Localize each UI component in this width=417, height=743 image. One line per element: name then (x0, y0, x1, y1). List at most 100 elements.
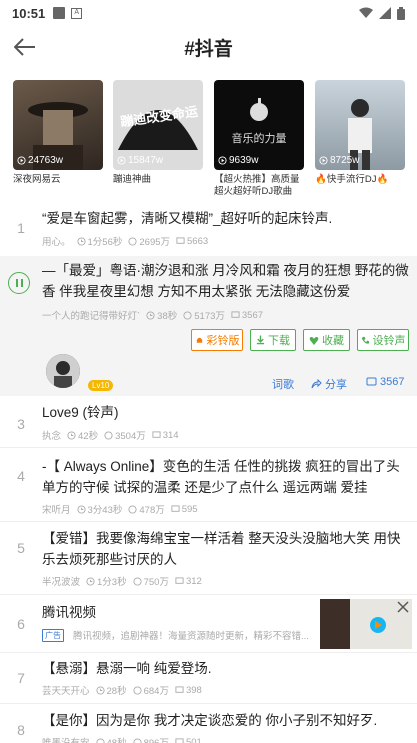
playlist-name: 🔥快手流行DJ🔥 (315, 174, 389, 185)
headphones-icon (133, 576, 142, 586)
playlist-card[interactable]: 24763w 深夜网易云 (13, 80, 103, 186)
song-plays: 750万 (143, 577, 169, 588)
ad-description: 腾讯视频，追剧神器！海量资源随时更新，精彩不容错... (73, 631, 309, 642)
download-icon (256, 335, 265, 345)
song-index: 1 (17, 220, 25, 236)
lyrics-button[interactable]: 词歌 (272, 376, 294, 392)
headphones-icon (183, 310, 192, 320)
playlist-card[interactable]: 音乐的力量 9639w 【超火热推】高质量超火超好听DJ歌曲 (214, 80, 304, 198)
song-row[interactable]: 5 【爱错】我要像海绵宝宝一样活着 整天没头没脑地大笑 用快乐去烦死那些讨厌的人… (0, 526, 417, 592)
heart-icon (309, 336, 319, 345)
headphones-icon (133, 685, 142, 695)
song-meta: 宋听月 3分43秒 478万 595 (42, 502, 198, 517)
comment-icon (231, 310, 240, 318)
playlist-name: 深夜网易云 (13, 174, 61, 185)
clock-icon (95, 737, 105, 743)
divider (0, 652, 417, 653)
song-duration: 38秒 (157, 311, 178, 322)
clock-icon (146, 310, 155, 320)
app-notification-icon: A (71, 7, 83, 19)
play-count-icon (218, 156, 227, 165)
share-icon (311, 379, 322, 389)
comment-icon (175, 576, 184, 584)
song-comments: 595 (181, 503, 198, 515)
set-ringtone-button[interactable]: 设铃声 (357, 329, 409, 351)
play-count-icon (117, 156, 126, 165)
song-duration: 48秒 (107, 735, 127, 743)
song-row[interactable]: 1 “爱是车窗起雾，清晰又模糊”_超好听的起床铃声. 用心。 1分56秒 269… (0, 206, 417, 256)
comments-button[interactable]: 3567 (366, 376, 404, 388)
playlist-cover: 蹦迪改变命运 15847w (113, 80, 203, 170)
song-row[interactable]: 8 【是你】因为是你 我才决定谈恋爱的 你小子别不知好歹. 唯墨没有安 48秒 … (0, 708, 417, 743)
song-index: 4 (17, 468, 25, 484)
song-row[interactable]: 3 Love9 (铃声) 执念 42秒 3504万 314 (0, 400, 417, 446)
song-comments: 398 (185, 684, 202, 696)
song-title: 【悬溺】悬溺一响 纯爱登场. (42, 661, 212, 676)
song-artist: 半况波波 (42, 577, 81, 588)
comment-icon (176, 236, 185, 244)
headphones-icon (133, 737, 142, 743)
song-plays: 2695万 (139, 237, 171, 248)
playlist-cover: 8725w (315, 80, 405, 170)
song-title: Love9 (铃声) (42, 405, 119, 420)
phone-icon (361, 336, 369, 344)
share-button[interactable]: 分享 (311, 376, 347, 392)
pause-button[interactable] (8, 272, 30, 294)
song-duration: 42秒 (78, 431, 99, 442)
battery-icon (397, 6, 405, 20)
song-artist: 用心。 (42, 237, 71, 248)
close-icon[interactable] (397, 601, 409, 613)
song-title: -【 Always Online】变色的生活 任性的挑拨 疯狂的冒出了头 单方的… (42, 459, 400, 495)
playlist-card[interactable]: 8725w 🔥快手流行DJ🔥 (315, 80, 405, 186)
wifi-icon (359, 7, 373, 18)
comment-icon (152, 430, 161, 438)
song-meta: 半况波波 1分3秒 750万 312 (42, 574, 202, 589)
song-row[interactable]: 4 -【 Always Online】变色的生活 任性的挑拨 疯狂的冒出了头 单… (0, 454, 417, 520)
notification-icon (53, 7, 66, 19)
ad-meta: 广告 腾讯视频，追剧神器！海量资源随时更新，精彩不容错... (42, 628, 312, 642)
song-meta: 用心。 1分56秒 2695万 5663 (42, 234, 209, 249)
song-meta: 芸天天开心 28秒 684万 398 (42, 683, 202, 698)
song-row[interactable]: 7 【悬溺】悬溺一响 纯爱登场. 芸天天开心 28秒 684万 398 (0, 656, 417, 702)
comment-icon (175, 685, 184, 693)
song-artist: 芸天天开心 (42, 686, 90, 697)
clock-icon (95, 685, 105, 695)
song-duration: 1分3秒 (97, 577, 127, 588)
headphones-icon (128, 504, 137, 514)
clock-icon (67, 430, 76, 440)
playlist-card[interactable]: 蹦迪改变命运 15847w 蹦迪神曲 (113, 80, 203, 186)
play-count-icon (319, 156, 328, 165)
song-index: 5 (17, 540, 25, 556)
song-comments: 312 (185, 575, 202, 587)
signal-icon (379, 7, 391, 19)
ad-thumbnail[interactable] (320, 599, 412, 649)
comment-icon (175, 737, 184, 743)
play-count: 9639w (229, 155, 259, 166)
play-count-icon (17, 156, 26, 165)
divider (0, 594, 417, 595)
download-button[interactable]: 下载 (250, 329, 296, 351)
song-comments: 3567 (241, 309, 264, 321)
playlist-name: 蹦迪神曲 (113, 174, 152, 185)
comment-icon (171, 504, 180, 512)
play-count: 15847w (128, 155, 164, 166)
song-plays: 684万 (143, 686, 169, 697)
divider (0, 703, 417, 704)
playlist-row: 24763w 深夜网易云 蹦迪改变命运 15847w 蹦迪神曲 音乐的力量 96… (0, 80, 417, 197)
avatar[interactable] (46, 354, 80, 388)
song-row-expanded[interactable]: —「最爱」粤语·潮汐退和涨 月冷风和霜 夜月的狂想 野花的微香 伴我星夜里幻想 … (0, 256, 417, 396)
song-plays: 3504万 (115, 431, 146, 442)
song-comments: 5663 (187, 235, 209, 247)
song-plays: 478万 (139, 505, 165, 516)
favorite-button[interactable]: 收藏 (303, 329, 350, 351)
play-count: 8725w (330, 155, 360, 166)
song-index: 7 (17, 670, 25, 686)
clock-icon (86, 576, 95, 586)
ringtone-version-button[interactable]: 彩铃版 (191, 329, 243, 351)
song-duration: 1分56秒 (87, 237, 123, 248)
ad-index: 6 (17, 616, 25, 632)
status-time: 10:51 (12, 5, 46, 21)
pause-icon (15, 279, 18, 287)
comment-icon (366, 377, 377, 386)
cover-text: 音乐的力量 (231, 133, 287, 145)
